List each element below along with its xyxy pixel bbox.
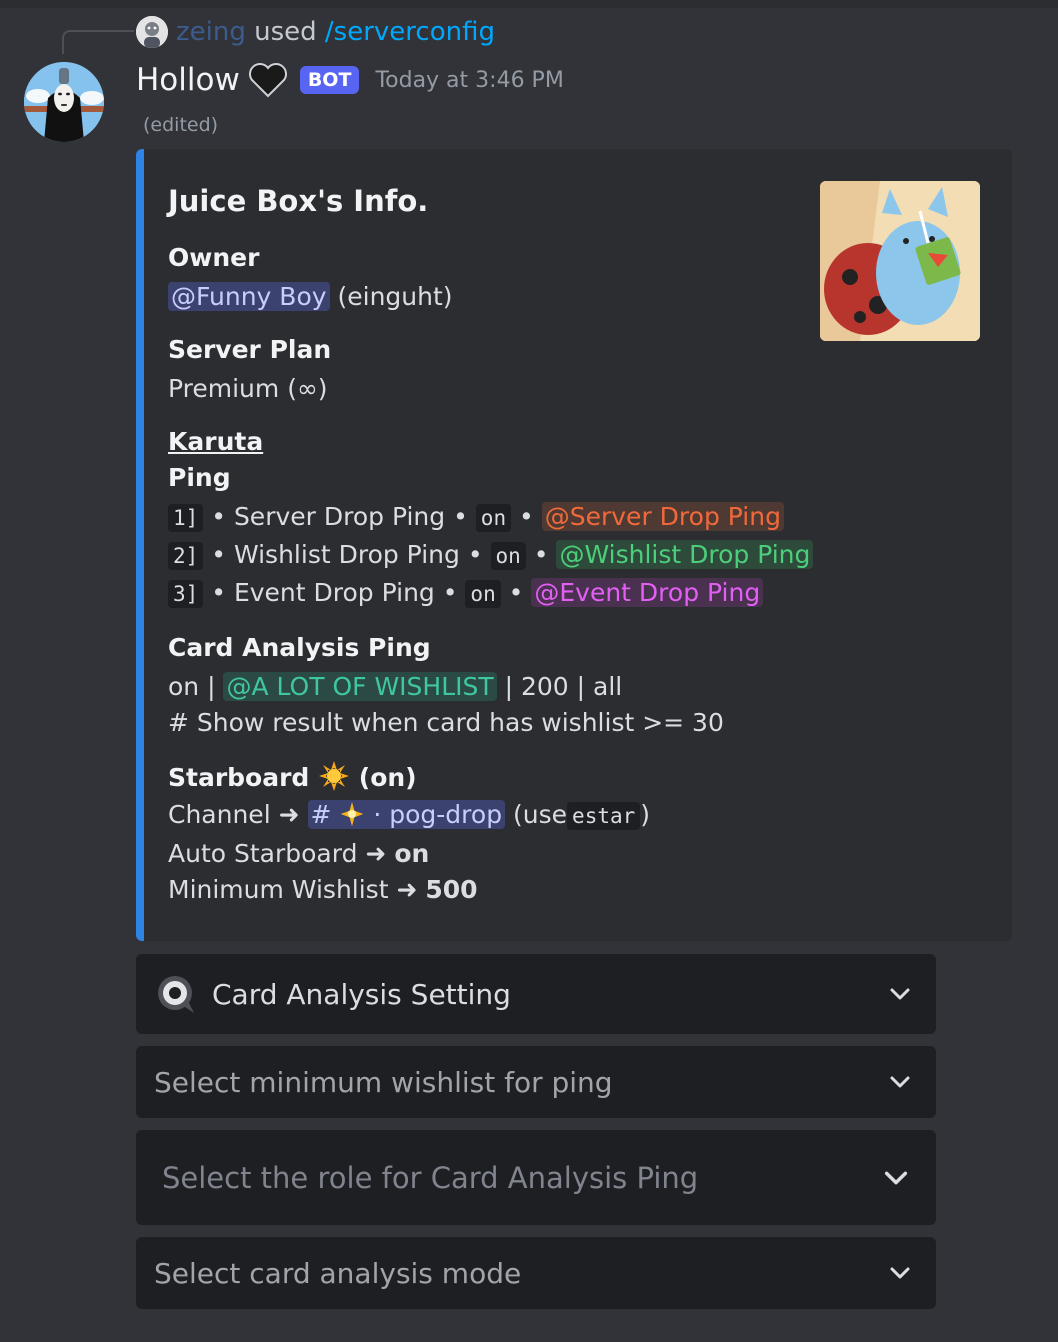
heart-icon bbox=[248, 63, 287, 98]
chevron-down-icon bbox=[890, 1267, 910, 1279]
minimum-wishlist-line: Minimum Wishlist ➜ 500 bbox=[168, 875, 478, 904]
chevron-down-icon bbox=[884, 1171, 908, 1184]
chevron-down-icon bbox=[890, 1076, 910, 1088]
starboard-title: Starboard bbox=[168, 763, 310, 792]
ping-role-mention[interactable]: @Wishlist Drop Ping bbox=[556, 540, 814, 569]
chevron-down-icon bbox=[890, 988, 910, 1000]
sun-icon bbox=[319, 761, 350, 791]
timestamp[interactable]: Today at 3:46 PM bbox=[375, 68, 563, 93]
minimum-wishlist-label: Minimum Wishlist bbox=[168, 875, 389, 904]
edited-label: (edited) bbox=[143, 114, 219, 136]
reply-used-text: used bbox=[254, 17, 317, 47]
select-label: Card Analysis Setting bbox=[212, 977, 511, 1011]
ping-label: Wishlist Drop Ping bbox=[233, 540, 460, 569]
auto-starboard-line: Auto Starboard ➜ on bbox=[168, 839, 429, 868]
author-name[interactable]: Hollow bbox=[136, 62, 240, 98]
channel-label: Channel bbox=[168, 800, 271, 829]
card-analysis-state: on bbox=[168, 672, 200, 701]
card-analysis-setting-select[interactable]: Card Analysis Setting bbox=[136, 954, 936, 1034]
server-plan-value: Premium (∞) bbox=[168, 374, 328, 403]
owner-mention[interactable]: @Funny Boy bbox=[168, 282, 330, 311]
sparkle-icon bbox=[341, 801, 364, 827]
ping-state: on bbox=[475, 504, 512, 532]
ping-row: 1] • Server Drop Ping • on • @Server Dro… bbox=[168, 502, 784, 532]
speech-bubble-icon bbox=[158, 976, 194, 1013]
minimum-wishlist-select[interactable]: Select minimum wishlist for ping bbox=[136, 1046, 936, 1118]
embed-thumbnail[interactable] bbox=[820, 181, 980, 341]
card-analysis-mode: all bbox=[593, 672, 623, 701]
arrow-icon: ➜ bbox=[365, 839, 387, 868]
card-analysis-value: on | @A LOT OF WISHLIST | 200 | all bbox=[168, 672, 623, 701]
ping-role-mention[interactable]: @Server Drop Ping bbox=[541, 502, 784, 531]
auto-starboard-label: Auto Starboard bbox=[168, 839, 358, 868]
select-placeholder: Select the role for Card Analysis Ping bbox=[162, 1160, 699, 1195]
use-command: estar bbox=[567, 802, 641, 830]
ping-state: on bbox=[490, 542, 526, 570]
auto-starboard-value: on bbox=[394, 839, 430, 868]
select-placeholder: Select minimum wishlist for ping bbox=[154, 1065, 613, 1099]
arrow-icon: ➜ bbox=[278, 800, 300, 829]
minimum-wishlist-value: 500 bbox=[425, 875, 478, 904]
reply-username[interactable]: zeing bbox=[176, 17, 246, 47]
owner-field-value: @Funny Boy (einguht) bbox=[168, 282, 453, 311]
select-placeholder: Select card analysis mode bbox=[154, 1256, 522, 1290]
channel-name: pog-drop bbox=[389, 800, 503, 829]
channel-mention[interactable]: # · pog-drop bbox=[307, 800, 506, 829]
reply-connector bbox=[62, 30, 134, 54]
ping-label: Server Drop Ping bbox=[233, 502, 446, 531]
ping-state: on bbox=[465, 580, 501, 608]
card-analysis-note: # Show result when card has wishlist >= … bbox=[168, 708, 724, 737]
ping-index: 1] bbox=[168, 504, 204, 532]
reply-avatar[interactable] bbox=[136, 16, 168, 48]
ping-row: 3] • Event Drop Ping • on • @Event Drop … bbox=[168, 578, 764, 608]
reply-line: zeing used /serverconfig bbox=[176, 14, 495, 50]
arrow-icon: ➜ bbox=[396, 875, 418, 904]
channel-hash: # bbox=[310, 800, 332, 829]
starboard-field-name: Starboard (on) bbox=[168, 760, 417, 792]
ping-index: 3] bbox=[168, 580, 204, 608]
ping-row: 2] • Wishlist Drop Ping • on • @Wishlist… bbox=[168, 540, 814, 570]
starboard-state: (on) bbox=[358, 763, 417, 792]
embed-title: Juice Box's Info. bbox=[168, 184, 429, 218]
owner-handle: (einguht) bbox=[337, 282, 453, 311]
ping-role-mention[interactable]: @Event Drop Ping bbox=[531, 578, 764, 607]
card-analysis-mode-select[interactable]: Select card analysis mode bbox=[136, 1237, 936, 1309]
bot-tag: BOT bbox=[299, 66, 360, 94]
karuta-heading: Karuta bbox=[168, 427, 264, 456]
message-header: Hollow BOT Today at 3:46 PM bbox=[136, 58, 564, 102]
card-analysis-role-select[interactable]: Select the role for Card Analysis Ping bbox=[136, 1130, 936, 1225]
ping-index: 2] bbox=[168, 542, 204, 570]
card-analysis-amount: 200 bbox=[520, 672, 569, 701]
ping-heading: Ping bbox=[168, 463, 231, 492]
use-suffix: ) bbox=[640, 800, 651, 829]
server-plan-field-name: Server Plan bbox=[168, 335, 332, 364]
card-analysis-role-mention[interactable]: @A LOT OF WISHLIST bbox=[223, 672, 497, 701]
ping-label: Event Drop Ping bbox=[233, 578, 435, 607]
use-prefix: (use bbox=[513, 800, 568, 829]
top-bar bbox=[0, 0, 1058, 8]
owner-field-name: Owner bbox=[168, 243, 260, 272]
starboard-channel-line: Channel ➜ # · pog-drop (use estar) bbox=[168, 800, 651, 830]
reply-command[interactable]: /serverconfig bbox=[325, 17, 495, 47]
author-avatar[interactable] bbox=[24, 62, 104, 142]
card-analysis-field-name: Card Analysis Ping bbox=[168, 633, 431, 662]
